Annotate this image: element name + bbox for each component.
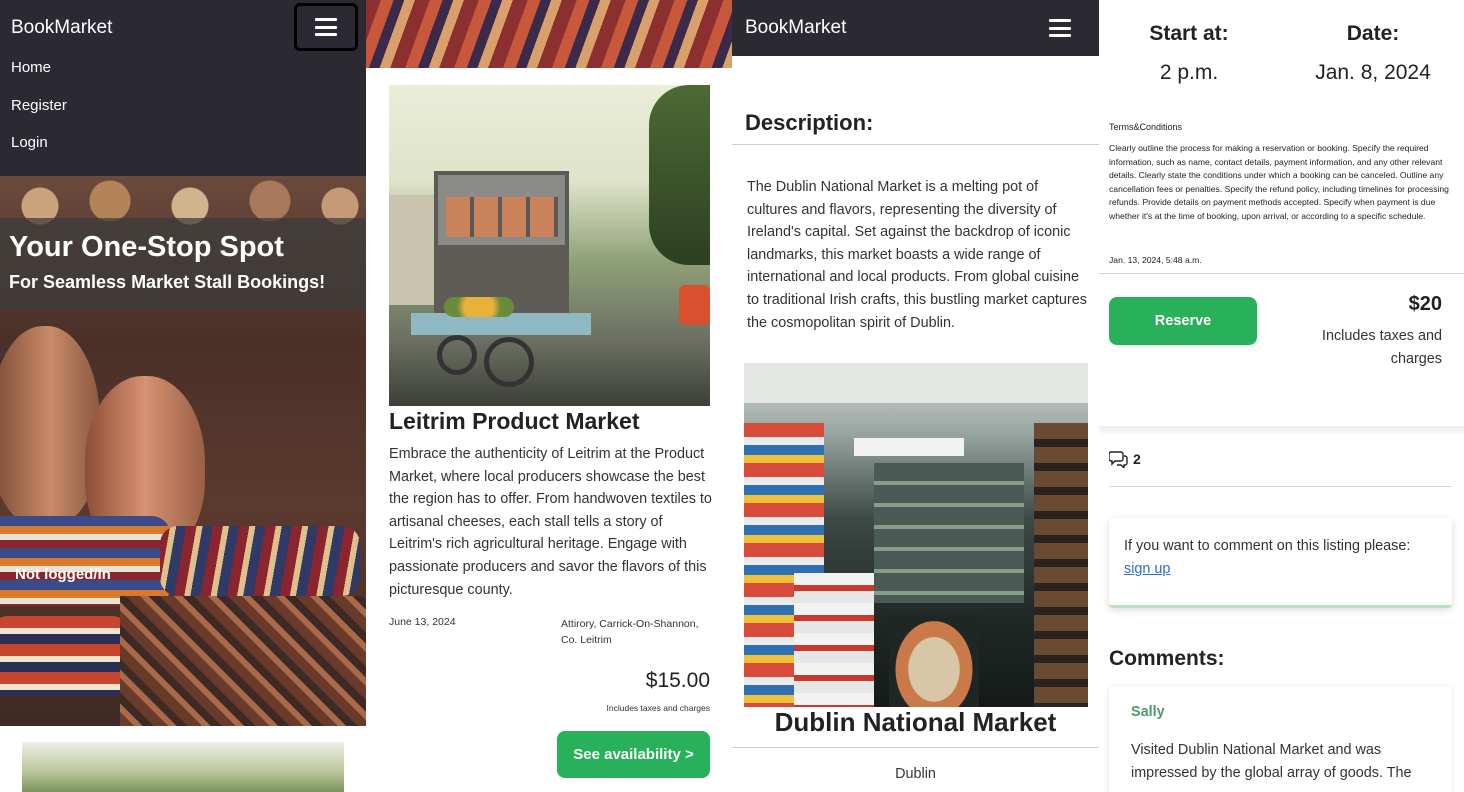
terms-text: Clearly outline the process for making a… <box>1109 143 1449 221</box>
market-city: Dublin <box>895 766 936 782</box>
next-card-image[interactable] <box>22 742 344 792</box>
market-description: Embrace the authenticity of Leitrim at t… <box>389 446 712 598</box>
nav-link-register[interactable]: Register <box>11 97 67 114</box>
nav-link-home[interactable]: Home <box>11 59 51 76</box>
market-title: Dublin National Market <box>774 707 1057 737</box>
market-location: Attirory, Carrick-On-Shannon, Co. Leitri… <box>561 618 699 646</box>
hamburger-icon <box>315 18 337 36</box>
panel-booking: Start at: 2 p.m. Date: Jan. 8, 2024 Term… <box>1099 0 1464 792</box>
reserve-button[interactable]: Reserve <box>1109 297 1257 345</box>
hero-banner-bottom <box>366 0 732 68</box>
market-date: June 13, 2024 <box>389 616 456 628</box>
navbar-collapsed: BookMarket <box>732 0 1099 56</box>
hero-pillow-3 <box>0 616 130 696</box>
comments-icon <box>1109 451 1128 468</box>
market-image[interactable] <box>389 85 710 406</box>
hero-title: Your One-Stop Spot <box>9 231 284 263</box>
hero-rug <box>120 596 366 726</box>
terms-heading: Terms&Conditions <box>1109 122 1183 132</box>
divider <box>732 144 1099 145</box>
price-note: Includes taxes and charges <box>1321 328 1442 367</box>
panel-market-card: Leitrim Product Market Embrace the authe… <box>366 0 732 792</box>
date-value: Jan. 8, 2024 <box>1315 61 1431 84</box>
login-status: Not logged/In <box>15 566 111 583</box>
comment-card: Sally Visited Dublin National Market and… <box>1109 686 1452 792</box>
divider <box>1099 273 1464 274</box>
comment-count-value: 2 <box>1133 451 1141 467</box>
market-title[interactable]: Leitrim Product Market <box>389 408 640 435</box>
market-card: Leitrim Product Market Embrace the authe… <box>366 68 732 792</box>
hero-pillow-1 <box>0 516 170 606</box>
booking-price: $20 <box>1408 293 1442 315</box>
navbar-toggle-button[interactable] <box>1049 19 1071 37</box>
signup-link[interactable]: sign up <box>1124 561 1170 577</box>
brand-logo[interactable]: BookMarket <box>745 17 846 39</box>
hero-pillow-2 <box>160 526 360 596</box>
comment-prompt: If you want to comment on this listing p… <box>1124 535 1444 580</box>
comment-text: Visited Dublin National Market and was i… <box>1131 742 1412 781</box>
date-label: Date: <box>1346 22 1400 45</box>
hero-pot-left <box>0 326 100 526</box>
panel-market-detail: BookMarket Description: The Dublin Natio… <box>732 0 1099 792</box>
comment-prompt-box: If you want to comment on this listing p… <box>1109 518 1452 608</box>
market-price: $15.00 <box>645 669 710 692</box>
navbar-toggle-button[interactable] <box>294 3 358 51</box>
navbar-expanded: BookMarket Home Register Login <box>0 0 366 176</box>
brand-logo[interactable]: BookMarket <box>11 17 112 39</box>
comment-author: Sally <box>1131 704 1165 720</box>
divider <box>732 747 1099 748</box>
start-label: Start at: <box>1149 22 1229 45</box>
market-image <box>744 363 1088 707</box>
hamburger-icon <box>1049 19 1071 37</box>
hero-banner: Your One-Stop Spot For Seamless Market S… <box>0 176 366 726</box>
market-description: The Dublin National Market is a melting … <box>747 179 1087 331</box>
nav-link-login[interactable]: Login <box>11 134 48 151</box>
comment-prompt-text: If you want to comment on this listing p… <box>1124 538 1411 554</box>
panel-home-mobile: BookMarket Home Register Login Your One-… <box>0 0 366 792</box>
hero-subtitle: For Seamless Market Stall Bookings! <box>9 272 326 292</box>
divider <box>1109 486 1452 487</box>
comments-heading: Comments: <box>1109 647 1225 670</box>
start-value: 2 p.m. <box>1159 61 1219 84</box>
see-availability-button[interactable]: See availability > <box>557 731 710 778</box>
comment-count: 2 <box>1109 450 1141 468</box>
terms-timestamp: Jan. 13, 2024, 5:48 a.m. <box>1109 255 1202 265</box>
price-note: Includes taxes and charges <box>606 703 710 713</box>
section-separator <box>1099 426 1464 436</box>
description-heading: Description: <box>745 110 874 135</box>
